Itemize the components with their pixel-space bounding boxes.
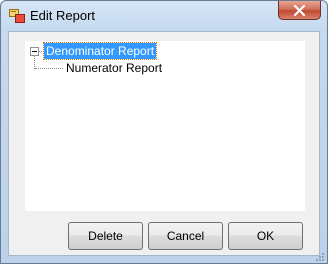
tree-node-numerator-report[interactable]: Numerator Report [64,60,164,76]
title-bar[interactable]: Edit Report [1,1,327,31]
close-icon [293,5,306,16]
dialog-body: Denominator Report Numerator Report Dele… [8,31,320,256]
delete-button[interactable]: Delete [68,222,143,250]
collapse-toggle-icon[interactable] [30,47,39,56]
edit-report-window: Edit Report Denominator Report Numerator… [0,0,328,264]
tree-node-denominator-report[interactable]: Denominator Report [42,42,158,60]
report-tree[interactable]: Denominator Report Numerator Report [25,41,305,211]
close-button[interactable] [278,1,321,20]
tree-connector [35,68,63,69]
resize-grip-icon[interactable] [315,251,325,261]
ok-button[interactable]: OK [228,222,303,250]
cancel-button[interactable]: Cancel [148,222,223,250]
app-icon [9,9,25,23]
window-title: Edit Report [30,8,96,23]
